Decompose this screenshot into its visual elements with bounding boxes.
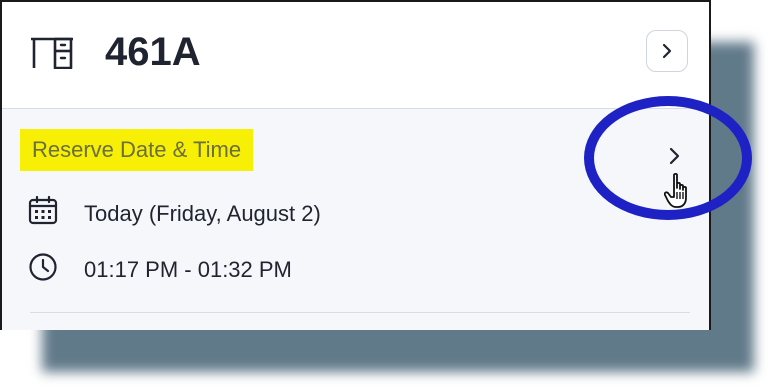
desk-icon	[31, 37, 73, 69]
room-header: 461A	[2, 2, 709, 109]
reserve-time-text: 01:17 PM - 01:32 PM	[84, 257, 292, 282]
chevron-right-icon	[662, 43, 672, 59]
calendar-icon	[28, 195, 58, 225]
clock-icon	[29, 253, 57, 281]
room-title: 461A	[105, 30, 201, 74]
chevron-right-icon[interactable]	[664, 145, 686, 167]
reserve-section[interactable]: Reserve Date & Time Today (Friday, Augus…	[2, 109, 709, 330]
section-divider	[30, 312, 690, 313]
reserve-date-text: Today (Friday, August 2)	[84, 201, 321, 226]
hand-pointer-icon	[664, 172, 687, 208]
room-details-button[interactable]	[646, 30, 688, 72]
reserve-date-time-label: Reserve Date & Time	[20, 129, 254, 171]
room-card: 461A Reserve Date & Time Today (Friday, …	[0, 0, 711, 330]
